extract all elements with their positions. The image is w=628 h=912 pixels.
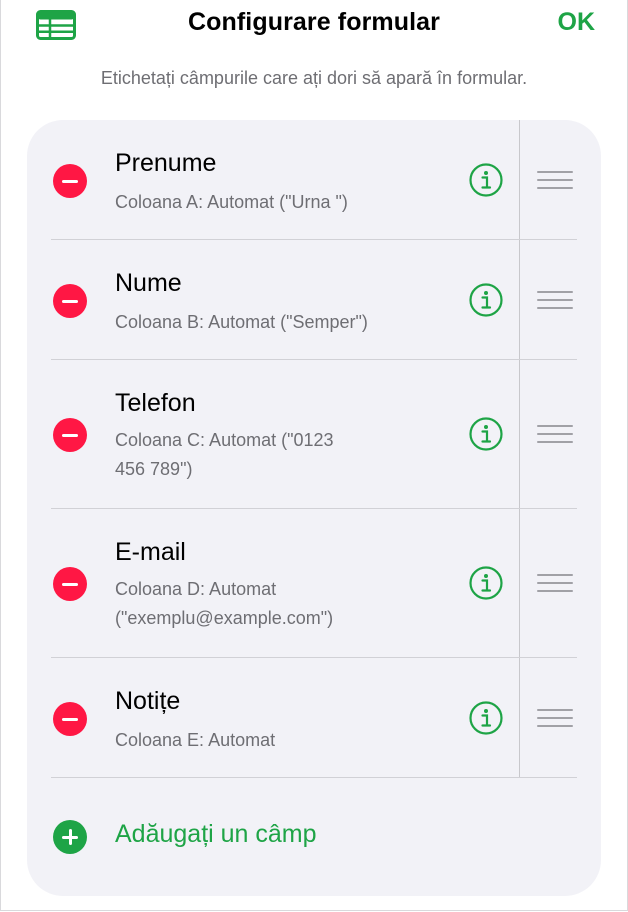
reorder-handle-icon[interactable] <box>537 171 573 191</box>
field-detail-line: ("exemplu@example.com") <box>115 608 334 628</box>
field-row-telefon: Telefon Coloana C: Automat ("0123 456 78… <box>27 360 601 509</box>
reorder-handle-icon[interactable] <box>537 291 573 311</box>
field-name[interactable]: Prenume <box>115 149 216 178</box>
ok-button[interactable]: OK <box>558 8 596 37</box>
field-detail: Coloana D: Automat ("exemplu@example.com… <box>115 575 405 633</box>
info-icon[interactable] <box>469 163 503 197</box>
field-row-email: E-mail Coloana D: Automat ("exemplu@exam… <box>27 509 601 658</box>
add-field-icon[interactable] <box>53 820 87 854</box>
instructions-text: Etichetați câmpurile care ați dori să ap… <box>100 68 528 88</box>
field-row-notite: Notițe Coloana E: Automat <box>27 658 601 778</box>
field-name[interactable]: Notițe <box>115 687 180 716</box>
field-row-nume: Nume Coloana B: Automat ("Semper") <box>27 240 601 360</box>
field-detail: Coloana C: Automat ("0123 456 789") <box>115 426 405 484</box>
field-detail-line: Coloana C: Automat ("0123 <box>115 430 334 450</box>
field-row-prenume: Prenume Coloana A: Automat ("Urna ") <box>27 120 601 240</box>
info-icon[interactable] <box>469 701 503 735</box>
field-name[interactable]: E-mail <box>115 538 186 567</box>
delete-field-button[interactable] <box>53 567 87 601</box>
info-icon[interactable] <box>469 417 503 451</box>
page-title: Configurare formular <box>187 8 441 36</box>
field-detail-line: 456 789") <box>115 459 193 479</box>
field-detail: Coloana B: Automat ("Semper") <box>115 312 368 332</box>
field-detail-line: Coloana D: Automat <box>115 579 277 599</box>
reorder-handle-icon[interactable] <box>537 425 573 445</box>
delete-field-button[interactable] <box>53 164 87 198</box>
info-icon[interactable] <box>469 566 503 600</box>
reorder-handle-icon[interactable] <box>537 709 573 729</box>
delete-field-button[interactable] <box>53 284 87 318</box>
field-detail: Coloana E: Automat <box>115 730 276 750</box>
fields-list: Prenume Coloana A: Automat ("Urna ") Num… <box>27 120 601 896</box>
info-icon[interactable] <box>469 283 503 317</box>
row-separator <box>51 777 577 778</box>
delete-field-button[interactable] <box>53 702 87 736</box>
field-detail: Coloana A: Automat ("Urna ") <box>115 192 348 212</box>
add-field-button[interactable]: Adăugați un câmp <box>115 820 317 849</box>
reorder-handle-icon[interactable] <box>537 574 573 594</box>
field-name[interactable]: Nume <box>115 269 182 298</box>
field-name[interactable]: Telefon <box>115 389 196 418</box>
delete-field-button[interactable] <box>53 418 87 452</box>
